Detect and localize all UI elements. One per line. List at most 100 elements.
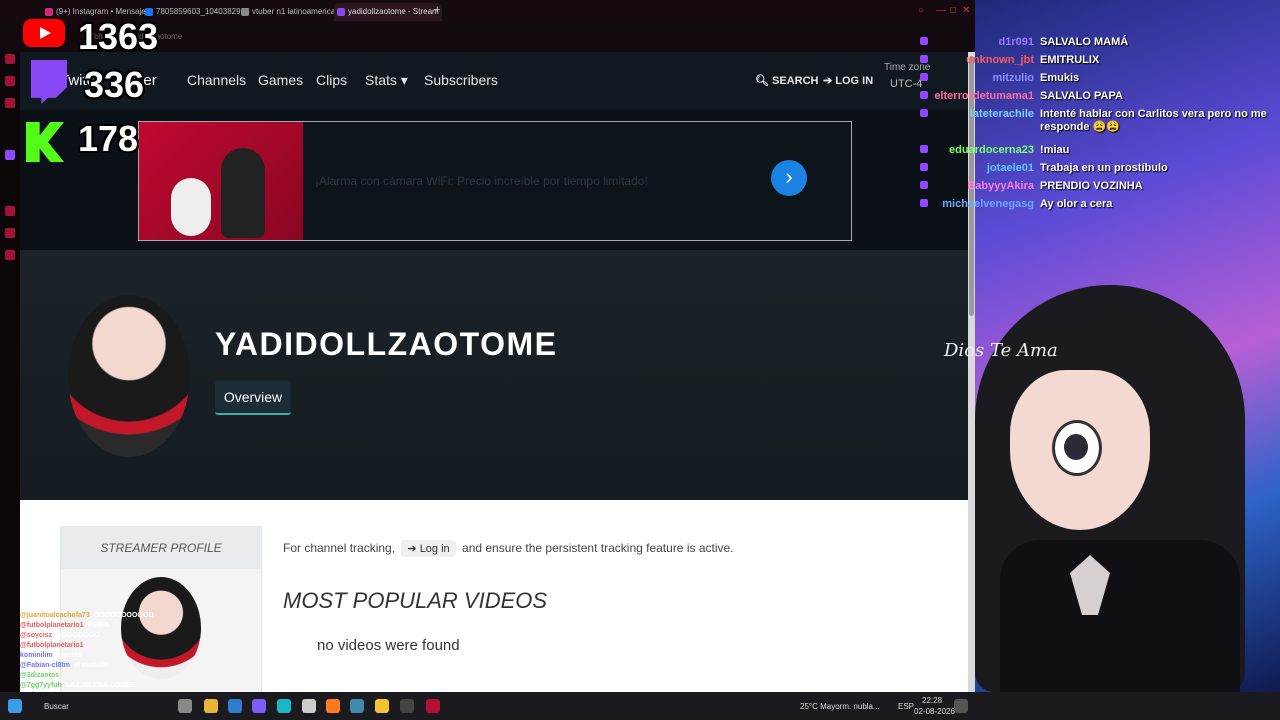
overview-button[interactable]: Overview	[215, 381, 291, 415]
sidebar-app-icon[interactable]	[5, 228, 15, 238]
app-icon[interactable]	[252, 699, 266, 713]
chat-username[interactable]: d1r091	[930, 36, 1034, 48]
instagram-icon	[45, 8, 53, 16]
explorer-icon[interactable]	[204, 699, 218, 713]
vscode-icon[interactable]	[228, 699, 242, 713]
chat-text: Emukis	[1040, 72, 1080, 84]
vtuber-body	[1000, 540, 1240, 692]
clock-date[interactable]: 02-08-2026	[914, 707, 955, 716]
mini-chat-text: GOOOOOOOOOO	[93, 612, 154, 619]
sidebar-app-icon[interactable]	[5, 206, 15, 216]
windows-start-icon[interactable]	[8, 699, 22, 713]
chat-username[interactable]: BabyyyAkira	[930, 180, 1034, 192]
vegas-icon[interactable]	[350, 699, 364, 713]
google-icon	[241, 8, 249, 16]
chat-username[interactable]: lateterachile	[930, 108, 1034, 120]
mini-chat-user: @3dizantos	[20, 672, 60, 679]
taskbar-search[interactable]: Buscar	[44, 702, 69, 711]
chat-badge-icon	[920, 199, 928, 207]
weather-widget[interactable]: 25°C Mayorm. nubla...	[800, 702, 880, 711]
new-tab-button[interactable]: +	[434, 4, 440, 16]
twitch-count: 336	[84, 64, 145, 105]
mini-chat-user: @7gg7yyfuh	[20, 682, 62, 689]
timezone-select[interactable]: UTC-4	[890, 78, 922, 90]
language-indicator[interactable]: ESP	[898, 702, 914, 711]
chat-text: SALVALO MAMÁ	[1040, 36, 1129, 48]
chat-message: d1r091 SALVALO MAMÁ	[920, 36, 1128, 54]
tab-facebook[interactable]: 7805859603_10403829354	[142, 3, 250, 21]
login-button[interactable]: ➔ LOG IN	[823, 74, 873, 87]
chat-badge-icon	[920, 73, 928, 81]
browser-sidebar	[0, 0, 20, 692]
chrome-icon[interactable]	[375, 699, 389, 713]
chat-badge-icon	[920, 145, 928, 153]
close-icon[interactable]: ✕	[962, 5, 970, 16]
nav-stats[interactable]: Stats ▾	[365, 72, 408, 89]
vtuber-pupil	[1064, 434, 1088, 460]
mini-chat-user: @soycisz	[20, 632, 53, 639]
sidebar-app-icon[interactable]	[5, 76, 15, 86]
chat-message: BabyyyAkira PRENDIO VOZINHA	[920, 180, 1143, 198]
chat-username[interactable]: michaelvenegasg	[930, 198, 1034, 210]
maximize-icon[interactable]: □	[950, 5, 956, 16]
chat-username[interactable]: mitzulio	[930, 72, 1034, 84]
chat-message: elterrordetumama1 SALVALO PAPA	[920, 90, 1123, 108]
store-icon[interactable]	[302, 699, 316, 713]
twitchtracker-icon	[337, 8, 345, 16]
mini-chat-text: HIMPA	[87, 622, 110, 629]
streamer-profile-header: STREAMER PROFILE	[61, 527, 261, 569]
ad-next-button[interactable]: ›	[771, 160, 807, 196]
edge-icon[interactable]	[277, 699, 291, 713]
chat-message: mitzulio Emukis	[920, 72, 1079, 90]
notification-icon[interactable]	[954, 699, 968, 713]
opera-taskbar-icon[interactable]	[426, 699, 440, 713]
sidebar-app-icon[interactable]	[5, 98, 15, 108]
mini-chat-user: @futbolplanetario1	[20, 642, 84, 649]
ad-text: ¡Alarma con cámara WiFi: Precio increíbl…	[315, 174, 648, 188]
stream-watermark: Dios Te Ama	[944, 340, 1058, 361]
mini-chat-text: GOOOOOOO	[56, 632, 100, 639]
taskview-icon[interactable]	[178, 699, 192, 713]
inline-login-button[interactable]: ➔ Log in	[401, 540, 456, 557]
tab-twitchtracker[interactable]: yadidollzaotome - Stream	[334, 3, 442, 21]
chat-username[interactable]: elterrordetumama1	[930, 90, 1034, 102]
kick-count: 178	[78, 118, 139, 159]
chat-text: Intenté hablar con Carlitos vera pero no…	[1040, 108, 1267, 133]
chat-text: PRENDIO VOZINHA	[1040, 180, 1143, 192]
firefox-icon[interactable]	[326, 699, 340, 713]
chat-username[interactable]: jotaele01	[930, 162, 1034, 174]
minimize-icon[interactable]: —	[936, 5, 946, 16]
chat-badge-icon	[920, 163, 928, 171]
chat-text: Trabaja en un prostíbulo	[1040, 162, 1168, 174]
mini-chat-row: @futbolplanetario1 HIMPA	[20, 621, 230, 631]
chat-message: michaelvenegasg Ay olor a cera	[920, 198, 1112, 216]
chat-text: Ay olor a cera	[1040, 198, 1113, 210]
sidebar-app-icon[interactable]	[5, 54, 15, 64]
mini-chat-text: el cuchillo	[74, 662, 109, 669]
taskbar: Buscar 25°C Mayorm. nubla... ESP 22:28 0…	[0, 692, 1280, 720]
youtube-count: 1363	[78, 16, 159, 57]
site-navbar: Channels Games Clips Stats ▾ Subscribers…	[20, 52, 968, 110]
nav-games[interactable]: Games	[258, 72, 303, 88]
search-button[interactable]: 🔍︎ SEARCH	[755, 74, 818, 87]
ad-image	[139, 122, 303, 240]
chat-text: EMITRULIX	[1040, 54, 1100, 66]
sidebar-app-icon[interactable]	[5, 250, 15, 260]
nav-channels[interactable]: Channels	[187, 72, 246, 88]
chat-badge-icon	[920, 91, 928, 99]
chat-message: eduardocerna23 !miau	[920, 144, 1069, 162]
tab-google[interactable]: vtuber n1 latinoamerica - B	[238, 3, 344, 21]
obs-icon[interactable]	[400, 699, 414, 713]
nav-clips[interactable]: Clips	[316, 72, 347, 88]
clock-time[interactable]: 22:28	[922, 696, 942, 705]
chat-text: !miau	[1040, 144, 1070, 156]
mini-chat-user: @futbolplanetario1	[20, 622, 84, 629]
chat-username[interactable]: unknown_jbt	[930, 54, 1034, 66]
search-tabs-icon[interactable]: ○	[918, 5, 924, 16]
twitch-sidebar-icon[interactable]	[5, 150, 15, 160]
ad-banner[interactable]: ¡Alarma con cámara WiFi: Precio increíbl…	[138, 121, 852, 241]
mini-chat-user: @juanitoalcachofa73	[20, 612, 90, 619]
mini-chat-user: kominilim	[20, 652, 53, 659]
chat-username[interactable]: eduardocerna23	[930, 144, 1034, 156]
nav-subscribers[interactable]: Subscribers	[424, 72, 498, 88]
